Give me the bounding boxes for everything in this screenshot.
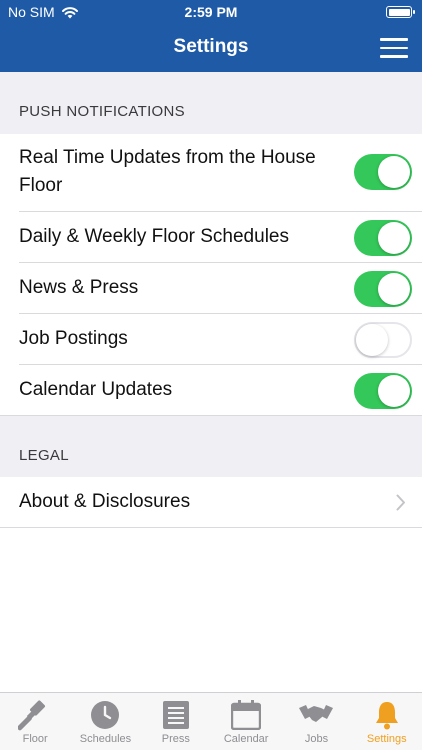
row-divider	[0, 527, 422, 528]
setting-label: Real Time Updates from the House Floor	[19, 147, 316, 196]
toggle-daily-weekly-schedules[interactable]	[354, 220, 412, 256]
toggle-job-postings[interactable]	[354, 322, 412, 358]
setting-row-news-press[interactable]: News & Press	[0, 263, 422, 314]
page-title: Settings	[173, 36, 249, 57]
hamburger-menu-icon[interactable]	[380, 38, 408, 60]
setting-label: News & Press	[19, 277, 139, 298]
tab-press[interactable]: Press	[141, 693, 211, 750]
setting-row-daily-weekly-schedules[interactable]: Daily & Weekly Floor Schedules	[0, 212, 422, 263]
toggle-real-time-updates[interactable]	[354, 154, 412, 190]
setting-row-about-disclosures[interactable]: About & Disclosures	[0, 477, 422, 528]
tab-jobs[interactable]: Jobs	[281, 693, 351, 750]
section-header-label: LEGAL	[19, 447, 69, 464]
gavel-icon	[0, 699, 70, 731]
newspaper-icon	[141, 699, 211, 731]
status-bar: No SIM 2:59 PM	[0, 0, 422, 24]
handshake-icon	[281, 699, 351, 731]
chevron-right-icon	[396, 494, 405, 511]
clock-icon	[70, 699, 140, 731]
section-header-label: PUSH NOTIFICATIONS	[19, 103, 185, 120]
toggle-calendar-updates[interactable]	[354, 373, 412, 409]
setting-label: Job Postings	[19, 328, 128, 349]
calendar-icon	[211, 699, 281, 731]
bell-icon	[352, 699, 422, 731]
status-time: 2:59 PM	[184, 4, 238, 20]
setting-label: Calendar Updates	[19, 379, 173, 400]
tab-bar: Floor Schedules Press Calendar Jobs Sett…	[0, 692, 422, 750]
battery-icon	[386, 6, 415, 18]
tab-schedules[interactable]: Schedules	[70, 693, 140, 750]
setting-label: About & Disclosures	[19, 491, 191, 512]
setting-row-real-time-updates[interactable]: Real Time Updates from the House Floor	[0, 134, 422, 212]
tab-calendar[interactable]: Calendar	[211, 693, 281, 750]
section-header-push-notifications: PUSH NOTIFICATIONS	[0, 72, 422, 134]
section-header-legal: LEGAL	[0, 416, 422, 477]
tab-floor[interactable]: Floor	[0, 693, 70, 750]
empty-area	[0, 528, 422, 692]
top-bar: No SIM 2:59 PM Settings	[0, 0, 422, 72]
setting-row-job-postings[interactable]: Job Postings	[0, 314, 422, 365]
tab-settings[interactable]: Settings	[352, 693, 422, 750]
toggle-news-press[interactable]	[354, 271, 412, 307]
setting-label: Daily & Weekly Floor Schedules	[19, 226, 289, 247]
setting-row-calendar-updates[interactable]: Calendar Updates	[0, 365, 422, 416]
